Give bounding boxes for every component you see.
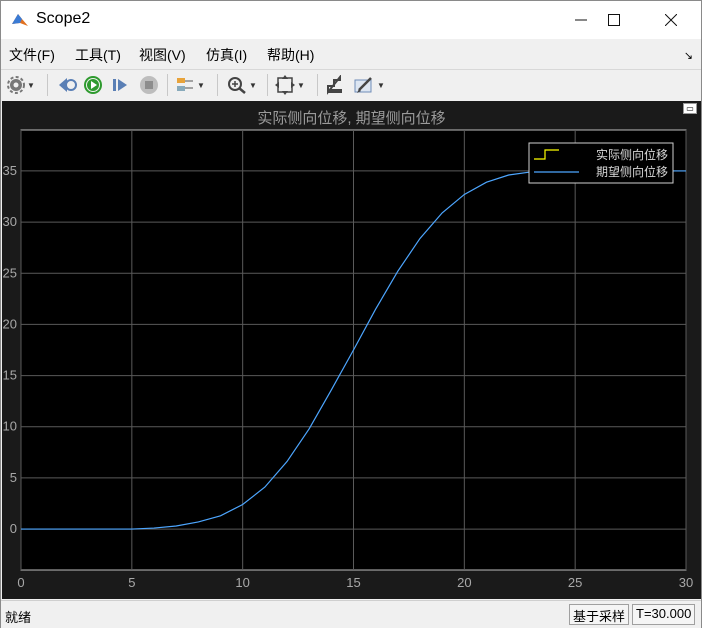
maximize-icon bbox=[608, 14, 620, 26]
step-back-icon bbox=[59, 78, 77, 92]
x-tick-label: 25 bbox=[568, 575, 582, 590]
legend-label-1: 期望侧向位移 bbox=[596, 164, 668, 179]
title-bar: Scope2 bbox=[1, 1, 701, 39]
x-tick-label: 15 bbox=[346, 575, 360, 590]
window-title: Scope2 bbox=[36, 10, 91, 27]
status-ready: 就绪 bbox=[5, 610, 32, 625]
close-button[interactable] bbox=[647, 1, 695, 39]
legend-label-0: 实际侧向位移 bbox=[596, 147, 668, 162]
y-tick-label: 25 bbox=[3, 265, 17, 280]
run-button[interactable] bbox=[83, 74, 103, 96]
gear-icon bbox=[7, 76, 25, 94]
edit-icon bbox=[354, 77, 372, 93]
settings-button[interactable]: ▼ bbox=[7, 74, 35, 96]
autoscale-button[interactable]: ▼ bbox=[275, 74, 305, 96]
toolbar-separator bbox=[47, 74, 48, 96]
x-tick-label: 0 bbox=[17, 575, 24, 590]
menu-bar: 文件(F) 工具(T) 视图(V) 仿真(I) 帮助(H) ↘ bbox=[1, 41, 701, 67]
plot-area[interactable]: 实际侧向位移, 期望侧向位移 ▭ 0 5 10 15 20 25 30 0 5 10 15 20 25 3… bbox=[2, 101, 701, 599]
x-tick-label: 10 bbox=[235, 575, 249, 590]
autoscale-icon bbox=[275, 75, 295, 95]
menu-dock-arrow-icon[interactable]: ↘ bbox=[684, 49, 693, 62]
chevron-down-icon: ▼ bbox=[249, 80, 257, 90]
edit-button[interactable]: ▼ bbox=[353, 74, 385, 96]
status-sample-mode: 基于采样 bbox=[569, 604, 630, 625]
toolbar-separator bbox=[267, 74, 268, 96]
scope-window: Scope2 文件(F) 工具(T) 视图(V) 仿真(I) 帮助(H) ↘ ▼ bbox=[0, 0, 702, 628]
menu-file[interactable]: 文件(F) bbox=[9, 45, 55, 65]
x-tick-label: 20 bbox=[457, 575, 471, 590]
close-icon bbox=[665, 14, 677, 26]
step-forward-button[interactable] bbox=[111, 74, 131, 96]
menu-view[interactable]: 视图(V) bbox=[139, 45, 186, 65]
x-tick-label: 30 bbox=[679, 575, 693, 590]
chevron-down-icon: ▼ bbox=[377, 80, 385, 90]
y-tick-label: 15 bbox=[3, 368, 17, 383]
chevron-down-icon: ▼ bbox=[27, 80, 35, 90]
maximize-button[interactable] bbox=[590, 1, 638, 39]
zoom-button[interactable]: ▼ bbox=[227, 74, 257, 96]
zoom-icon bbox=[228, 77, 246, 94]
highlight-button[interactable] bbox=[325, 74, 345, 96]
minimize-icon bbox=[575, 19, 587, 21]
menu-simulation[interactable]: 仿真(I) bbox=[206, 45, 247, 65]
y-tick-label: 10 bbox=[3, 419, 17, 434]
status-bar: 就绪 基于采样 T=30.000 bbox=[1, 600, 701, 628]
chevron-down-icon: ▼ bbox=[297, 80, 305, 90]
signal-selector-button[interactable]: ▼ bbox=[175, 74, 205, 96]
stop-button[interactable] bbox=[139, 74, 159, 96]
toolbar: ▼ ▼ ▼ ▼ ▼ bbox=[1, 69, 701, 99]
highlight-icon bbox=[327, 75, 342, 95]
y-tick-label: 5 bbox=[10, 470, 17, 485]
toolbar-separator bbox=[167, 74, 168, 96]
step-forward-icon bbox=[113, 79, 127, 91]
matlab-logo-icon bbox=[12, 14, 28, 26]
stop-icon bbox=[140, 76, 158, 94]
step-back-button[interactable] bbox=[57, 74, 77, 96]
status-sim-time: T=30.000 bbox=[632, 604, 696, 625]
toolbar-separator bbox=[217, 74, 218, 96]
chevron-down-icon: ▼ bbox=[197, 80, 205, 90]
run-icon bbox=[84, 76, 102, 94]
menu-tools[interactable]: 工具(T) bbox=[75, 45, 121, 65]
signal-icon bbox=[177, 78, 193, 91]
y-tick-label: 20 bbox=[3, 316, 17, 331]
toolbar-separator bbox=[317, 74, 318, 96]
x-tick-label: 5 bbox=[128, 575, 135, 590]
menu-help[interactable]: 帮助(H) bbox=[267, 45, 314, 65]
y-tick-label: 0 bbox=[10, 521, 17, 536]
y-tick-label: 30 bbox=[3, 214, 17, 229]
chart-svg: 0 5 10 15 20 25 30 0 5 10 15 20 25 30 35 实际侧向位移期望侧向位移 bbox=[3, 129, 693, 590]
y-tick-label: 35 bbox=[3, 163, 17, 178]
